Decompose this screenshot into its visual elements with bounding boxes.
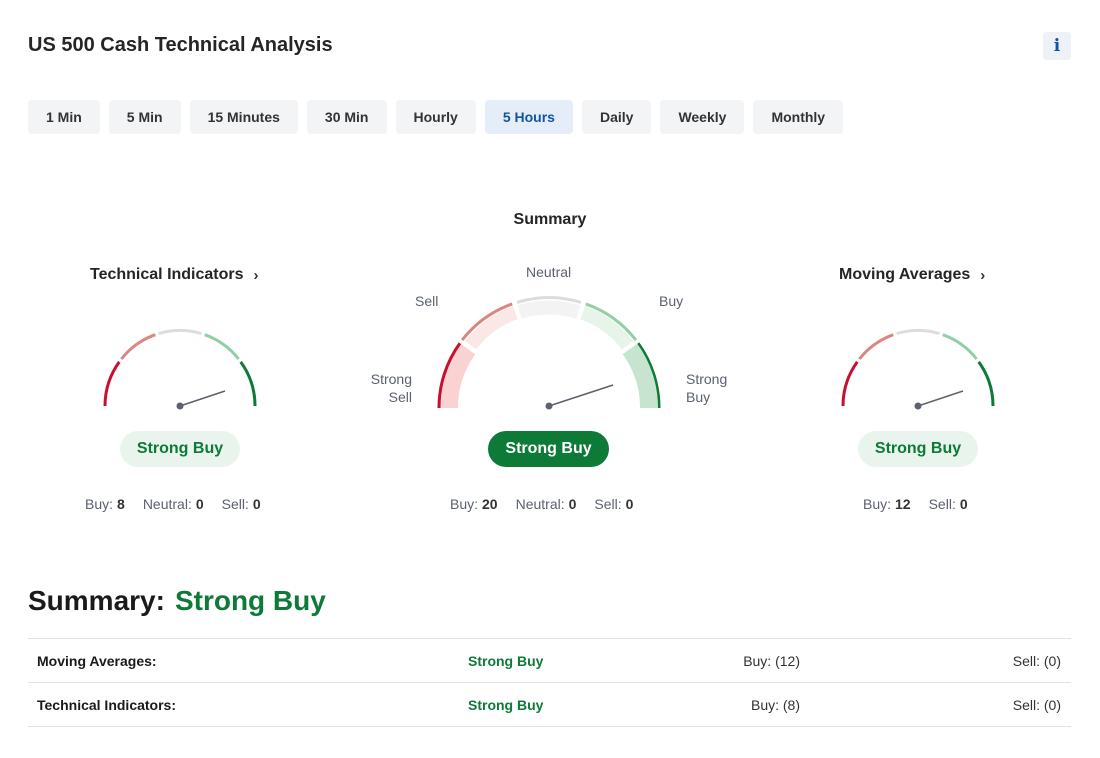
sell-count: Sell: 0 [221, 496, 261, 512]
row-verdict: Strong Buy [468, 653, 544, 669]
gauge-segment-buy [204, 333, 240, 360]
technical-indicators-title: Technical Indicators [90, 266, 244, 283]
technical-indicators-link[interactable]: Technical Indicators › [90, 266, 259, 284]
gauge-pivot [914, 402, 922, 410]
gauge-pivot [176, 402, 184, 410]
gauge-segment-strong-sell [103, 361, 121, 407]
technical-counts: Buy: 8 Neutral: 0 Sell: 0 [85, 496, 261, 512]
row-sell: Sell: (0) [1012, 697, 1061, 713]
summary-verdict-badge: Strong Buy [488, 431, 609, 467]
row-name: Moving Averages: [37, 653, 157, 669]
gauge-segment-strong-buy [977, 361, 995, 407]
gauge-segment-sell [858, 333, 894, 360]
tab-monthly[interactable]: Monthly [753, 100, 844, 134]
gauge-segment-buy [942, 333, 978, 360]
summary-table: Moving Averages: Strong Buy Buy: (12) Se… [28, 638, 1071, 727]
gauge-needle [917, 390, 964, 407]
table-row: Moving Averages: Strong Buy Buy: (12) Se… [28, 639, 1071, 683]
tab-1-min[interactable]: 1 Min [28, 100, 100, 134]
gauge-label-strong-buy: Strong Buy [686, 371, 728, 405]
gauge-segment-strong-sell [841, 361, 859, 407]
gauge-label-strong-sell: Strong Sell [370, 371, 412, 405]
sell-count: Sell: 0 [928, 496, 968, 512]
summary-gauge [437, 296, 661, 410]
row-buy: Buy: (8) [750, 697, 800, 713]
gauge-segment-neutral [896, 329, 940, 336]
chevron-right-icon: › [980, 266, 986, 284]
row-buy: Buy: (12) [743, 653, 800, 669]
bottom-summary-title: Summary: Strong Buy [28, 585, 326, 617]
gauge-fill-neutral [517, 300, 581, 319]
neutral-count: Neutral: 0 [142, 496, 204, 512]
row-sell: Sell: (0) [1012, 653, 1061, 669]
timeframe-tabs: 1 Min 5 Min 15 Minutes 30 Min Hourly 5 H… [28, 100, 844, 134]
summary-counts: Buy: 20 Neutral: 0 Sell: 0 [450, 496, 633, 512]
moving-verdict-badge: Strong Buy [858, 431, 978, 467]
bottom-summary-label: Summary: [28, 585, 165, 616]
buy-count: Buy: 20 [450, 496, 498, 512]
row-verdict: Strong Buy [468, 697, 544, 713]
tab-hourly[interactable]: Hourly [395, 100, 476, 134]
gauge-needle [179, 390, 226, 407]
technical-gauge [103, 329, 257, 410]
tab-5-min[interactable]: 5 Min [108, 100, 181, 134]
neutral-count: Neutral: 0 [515, 496, 577, 512]
bottom-summary-value: Strong Buy [174, 585, 326, 616]
sell-count: Sell: 0 [594, 496, 634, 512]
buy-count: Buy: 8 [85, 496, 125, 512]
buy-count: Buy: 12 [863, 496, 911, 512]
summary-heading: Summary [513, 211, 587, 228]
tab-5-hours[interactable]: 5 Hours [484, 100, 573, 134]
gauge-fill-sell [464, 306, 518, 350]
chevron-right-icon: › [253, 266, 259, 284]
moving-averages-link[interactable]: Moving Averages › [839, 266, 985, 284]
info-button[interactable]: i [1043, 32, 1071, 60]
gauge-label-neutral: Neutral [526, 264, 572, 280]
moving-averages-title: Moving Averages [839, 266, 971, 283]
gauge-needle [548, 384, 614, 407]
tab-daily[interactable]: Daily [581, 100, 652, 134]
page-title: US 500 Cash Technical Analysis [28, 34, 333, 56]
row-name: Technical Indicators: [37, 697, 176, 713]
gauge-fill-buy [580, 306, 634, 350]
gauge-segment-strong-buy [239, 361, 257, 407]
gauge-segment-neutral [158, 329, 202, 336]
tab-15-minutes[interactable]: 15 Minutes [189, 100, 298, 134]
technical-verdict-badge: Strong Buy [120, 431, 240, 467]
moving-counts: Buy: 12 Sell: 0 [863, 496, 968, 512]
tab-30-min[interactable]: 30 Min [306, 100, 387, 134]
table-row: Technical Indicators: Strong Buy Buy: (8… [28, 683, 1071, 727]
gauge-pivot [545, 402, 553, 410]
tab-weekly[interactable]: Weekly [660, 100, 745, 134]
moving-gauge [841, 329, 995, 410]
gauge-segment-sell [120, 333, 156, 360]
